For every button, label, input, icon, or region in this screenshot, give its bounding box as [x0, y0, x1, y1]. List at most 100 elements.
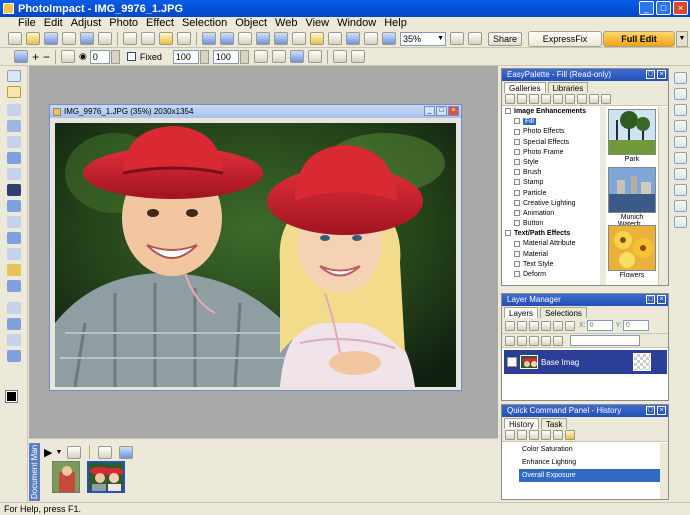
selection-mode-icon[interactable] — [14, 50, 28, 63]
eraser-tool-icon[interactable] — [7, 248, 21, 260]
tree-item-special-effects[interactable]: Special Effects — [502, 138, 600, 148]
panel-close-button[interactable]: × — [657, 70, 666, 79]
x-field[interactable]: 0 — [586, 320, 613, 331]
layer-view-icon[interactable] — [505, 335, 515, 346]
gallery-delete-icon[interactable] — [553, 94, 563, 104]
foreground-color-swatch[interactable] — [5, 390, 18, 403]
cut-icon[interactable] — [123, 32, 137, 45]
gallery-properties-icon[interactable] — [565, 94, 575, 104]
menu-photo[interactable]: Photo — [105, 17, 142, 30]
width-spinner[interactable] — [199, 49, 209, 64]
open-icon[interactable] — [26, 32, 40, 45]
menu-window[interactable]: Window — [333, 17, 380, 30]
menu-view[interactable]: View — [301, 17, 333, 30]
layer-delete-icon[interactable] — [517, 320, 527, 331]
history-record-icon[interactable] — [565, 430, 575, 440]
history-undo-icon[interactable] — [517, 430, 527, 440]
menu-object[interactable]: Object — [231, 17, 271, 30]
undo-icon[interactable] — [202, 32, 216, 45]
panel-close-button[interactable]: × — [657, 295, 666, 304]
soft-edge-field[interactable]: 0 — [89, 49, 110, 64]
tree-group-text-path-effects[interactable]: Text/Path Effects — [502, 229, 600, 239]
layer-lock-icon[interactable] — [541, 320, 551, 331]
minimize-button[interactable]: _ — [639, 1, 654, 15]
layer-blend-icon[interactable] — [541, 335, 551, 346]
fulledit-button[interactable]: Full Edit — [603, 31, 675, 47]
resize-icon[interactable] — [256, 32, 270, 45]
tab-layers[interactable]: Layers — [504, 307, 539, 318]
play-icon[interactable]: ▶ — [44, 446, 52, 459]
redo-icon[interactable] — [220, 32, 234, 45]
gallery-scrollbar[interactable] — [658, 107, 668, 285]
auto-process-icon[interactable] — [292, 32, 306, 45]
layer-mask-icon[interactable] — [529, 335, 539, 346]
gallery-grid-icon[interactable] — [577, 94, 587, 104]
gallery-thumb-munich[interactable] — [608, 167, 656, 213]
tree-item-text-style[interactable]: Text Style — [502, 260, 600, 270]
scan-icon[interactable] — [80, 32, 94, 45]
path-tool-icon[interactable] — [7, 152, 21, 164]
tree-item-fill[interactable]: Fill — [502, 117, 600, 127]
photo-canvas[interactable] — [55, 123, 456, 387]
tree-item-animation[interactable]: Animation — [502, 209, 600, 219]
share-button[interactable]: Share — [488, 31, 523, 46]
style-icon[interactable] — [253, 50, 268, 63]
color-toggle-icon[interactable] — [674, 168, 687, 180]
layer-link-icon[interactable] — [517, 335, 527, 346]
height-field[interactable]: 100 — [212, 49, 239, 64]
layer-merge-icon[interactable] — [529, 320, 539, 331]
zoom-out-icon[interactable] — [450, 32, 464, 45]
tree-item-material[interactable]: Material — [502, 250, 600, 260]
paint-tool-icon[interactable] — [7, 200, 21, 212]
document-titlebar[interactable]: IMG_9976_1.JPG (35%) 2030x1354 _ □ × — [50, 105, 461, 118]
easypalette-titlebar[interactable]: EasyPalette - Fill (Read-only) □ × — [502, 69, 668, 81]
frame-icon[interactable] — [364, 32, 378, 45]
tree-item-button[interactable]: Button — [502, 219, 600, 229]
history-item[interactable]: Enhance Lighting — [502, 456, 662, 469]
filmstrip-thumbnail[interactable] — [52, 461, 80, 493]
history-delete-icon[interactable] — [541, 430, 551, 440]
measure-tool-icon[interactable] — [7, 350, 21, 362]
tree-item-style[interactable]: Style — [502, 158, 600, 168]
maximize-button[interactable]: □ — [656, 1, 671, 15]
option-icon[interactable] — [307, 50, 322, 63]
print-icon[interactable] — [62, 32, 76, 45]
panel-menu-button[interactable]: □ — [646, 406, 655, 415]
copy-icon[interactable] — [141, 32, 155, 45]
camera-icon[interactable] — [98, 32, 112, 45]
help-toggle-icon[interactable] — [674, 216, 687, 228]
add-mode-icon[interactable]: + — [32, 50, 39, 64]
doc-maximize-button[interactable]: □ — [436, 106, 447, 116]
tab-libraries[interactable]: Libraries — [547, 82, 589, 93]
history-redo-icon[interactable] — [529, 430, 539, 440]
shape-rect-icon[interactable] — [61, 50, 76, 63]
menu-web[interactable]: Web — [271, 17, 301, 30]
layer-manager-titlebar[interactable]: Layer Manager □ × — [502, 294, 668, 306]
layer-group-icon[interactable] — [565, 320, 575, 331]
tab-galleries[interactable]: Galleries — [504, 82, 546, 93]
swatch-toggle-icon[interactable] — [674, 200, 687, 212]
gallery-star-icon[interactable] — [541, 94, 551, 104]
red-eye-tool-icon[interactable] — [7, 184, 21, 196]
transform-tool-icon[interactable] — [7, 168, 21, 180]
gallery-thumb-flowers[interactable] — [608, 225, 656, 271]
gallery-search-icon[interactable] — [589, 94, 599, 104]
document-window[interactable]: IMG_9976_1.JPG (35%) 2030x1354 _ □ × — [49, 104, 462, 391]
gallery-home-icon[interactable] — [505, 94, 515, 104]
y-field[interactable]: 0 — [622, 320, 649, 331]
history-toggle-icon[interactable] — [674, 120, 687, 132]
gallery-thumb-park[interactable] — [608, 109, 656, 155]
effect-icon[interactable] — [346, 32, 360, 45]
gallery-options-icon[interactable] — [601, 94, 611, 104]
tree-item-particle[interactable]: Particle — [502, 189, 600, 199]
history-scrollbar[interactable] — [660, 443, 668, 499]
info-toggle-icon[interactable] — [674, 136, 687, 148]
gallery-add-icon[interactable] — [529, 94, 539, 104]
history-save-icon[interactable] — [553, 430, 563, 440]
view-icon[interactable] — [67, 445, 82, 459]
fit-icon[interactable] — [382, 32, 396, 45]
subtract-mode-icon[interactable]: − — [43, 50, 50, 64]
brush-toggle-icon[interactable] — [674, 184, 687, 196]
menu-selection[interactable]: Selection — [178, 17, 231, 30]
layer-properties-icon[interactable] — [553, 320, 563, 331]
